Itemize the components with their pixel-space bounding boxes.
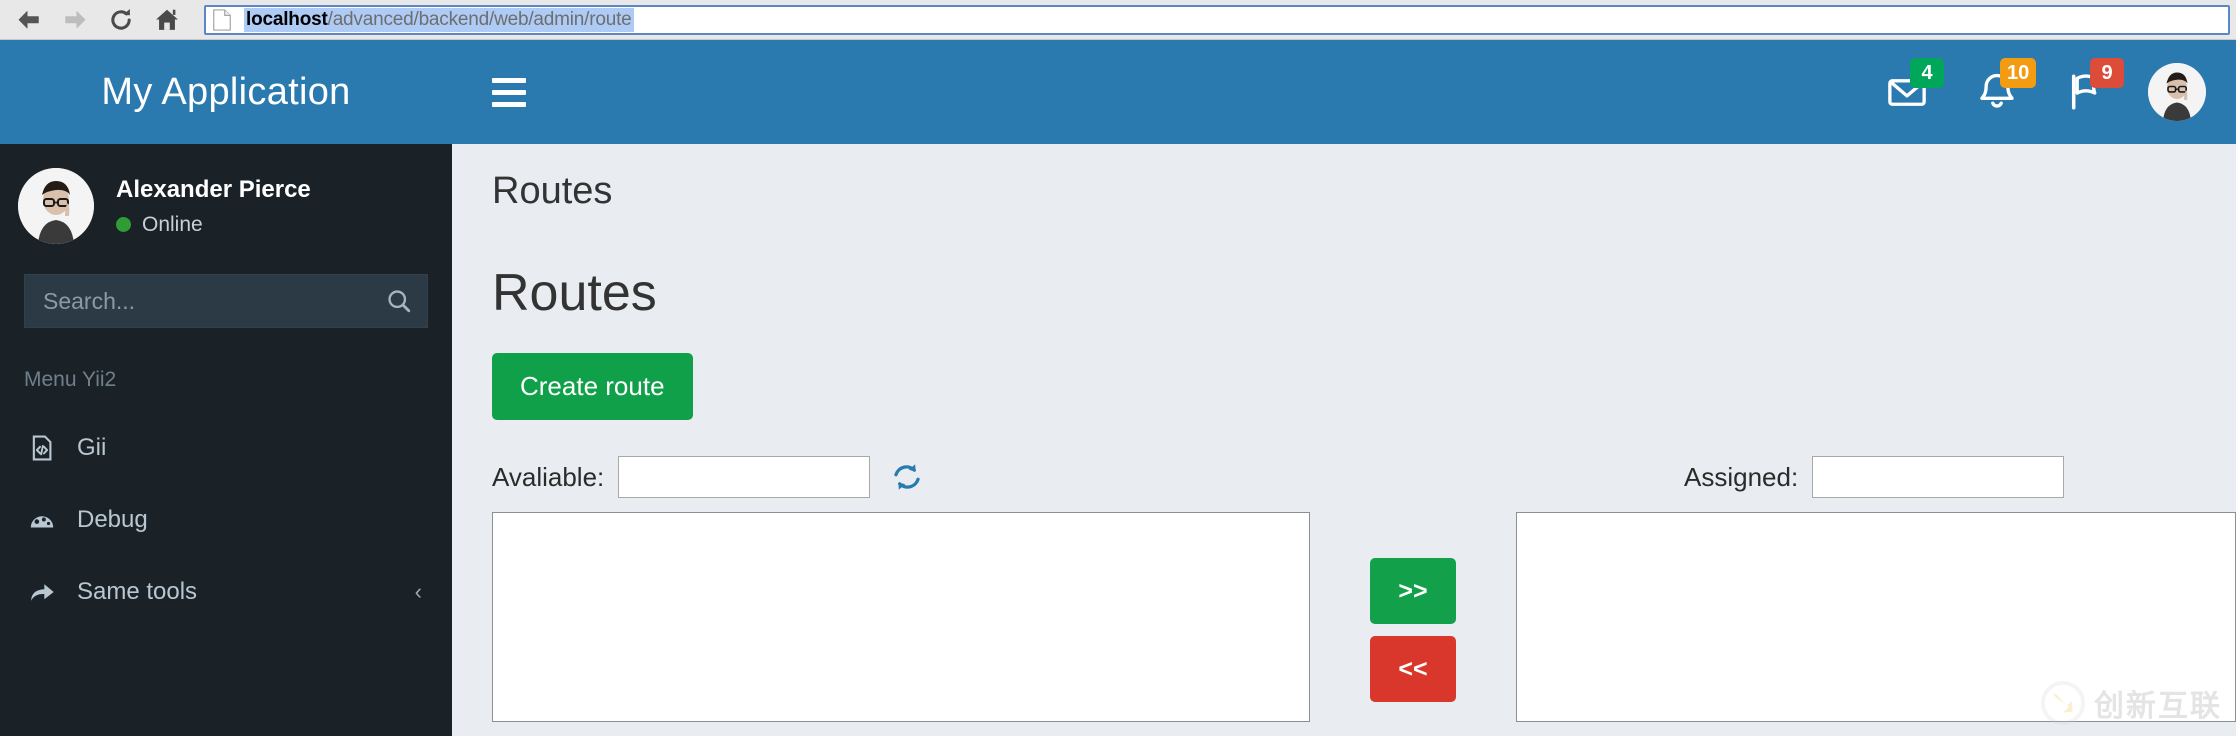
navbar-icons: 4 10 9 — [1862, 40, 2236, 144]
refresh-icon — [894, 464, 920, 490]
assigned-routes-list[interactable] — [1516, 512, 2236, 722]
user-avatar-icon — [18, 168, 94, 244]
user-status-label: Online — [142, 212, 203, 236]
notifications-badge: 10 — [2000, 58, 2037, 88]
url-host: localhost — [246, 8, 328, 30]
sidebar-item-same-tools[interactable]: Same tools ‹ — [0, 556, 452, 628]
route-transfer-widget: Avaliable: >> << Assigned: — [492, 454, 2236, 722]
assigned-label: Assigned: — [1684, 461, 1799, 492]
search-icon — [388, 290, 411, 313]
user-avatar-icon — [2148, 63, 2206, 121]
online-status-dot-icon — [116, 217, 131, 232]
file-code-icon — [27, 433, 57, 463]
application-window: My Application Alexander Pierce Online S… — [0, 40, 2236, 736]
brand-logo[interactable]: My Application — [0, 40, 452, 144]
available-label: Avaliable: — [492, 461, 605, 492]
available-column: Avaliable: — [492, 454, 1310, 722]
hamburger-bar — [492, 89, 526, 95]
content-main: Routes Create route Avaliable: >> << Ass… — [452, 213, 2236, 722]
assigned-column: Assigned: — [1516, 454, 2236, 722]
sidebar-item-gii[interactable]: Gii — [0, 412, 452, 484]
sidebar-item-label: Debug — [77, 506, 148, 533]
brand-title: My Application — [101, 70, 351, 113]
menu-toggle-button[interactable] — [492, 68, 540, 116]
dashboard-icon — [27, 505, 57, 535]
search-input[interactable] — [25, 287, 371, 315]
back-arrow-icon — [18, 10, 39, 28]
move-right-button[interactable]: >> — [1370, 558, 1456, 624]
url-text: localhost/advanced/backend/web/admin/rou… — [244, 7, 634, 32]
sidebar: My Application Alexander Pierce Online S… — [0, 40, 452, 736]
page-document-icon — [213, 8, 231, 31]
reload-button[interactable] — [98, 2, 144, 38]
move-left-button[interactable]: << — [1370, 636, 1456, 702]
sidebar-menu: Gii Debug Same tools ‹ — [0, 412, 452, 628]
available-filter-row: Avaliable: — [492, 454, 1310, 500]
content-body: Routes Routes Create route Avaliable: >>… — [452, 144, 2236, 736]
refresh-button[interactable] — [884, 460, 930, 494]
content-header: Routes — [492, 170, 613, 212]
hamburger-bar — [492, 101, 526, 107]
home-icon — [156, 9, 178, 30]
transfer-buttons: >> << — [1370, 512, 1456, 702]
url-path: /advanced/backend/web/admin/route — [327, 8, 632, 30]
forward-arrow-icon — [65, 10, 86, 28]
notifications-button[interactable]: 10 — [1952, 40, 2042, 144]
content-column: 4 10 9 Routes Routes Create route Avalia… — [452, 40, 2236, 736]
forward-button[interactable] — [52, 2, 98, 38]
search-button[interactable] — [371, 275, 427, 327]
sidebar-item-debug[interactable]: Debug — [0, 484, 452, 556]
sidebar-search-form — [24, 274, 428, 328]
back-button[interactable] — [6, 2, 52, 38]
menu-section-header: Menu Yii2 — [0, 350, 452, 412]
user-menu-button[interactable] — [2148, 63, 2206, 121]
page-title: Routes — [492, 264, 657, 322]
top-navbar: 4 10 9 — [452, 40, 2236, 144]
avatar[interactable] — [18, 168, 94, 244]
user-name: Alexander Pierce — [116, 175, 311, 203]
sidebar-item-label: Same tools — [77, 578, 198, 605]
assigned-filter-input[interactable] — [1812, 456, 2065, 498]
available-routes-list[interactable] — [492, 512, 1310, 722]
chevron-left-icon: ‹ — [414, 579, 422, 604]
messages-button[interactable]: 4 — [1862, 40, 1952, 144]
reload-icon — [111, 8, 131, 30]
messages-badge: 4 — [1910, 58, 1944, 88]
sidebar-item-label: Gii — [77, 434, 107, 461]
user-meta: Alexander Pierce Online — [116, 176, 311, 237]
available-filter-input[interactable] — [618, 456, 871, 498]
assigned-filter-row: Assigned: — [1516, 454, 2236, 500]
user-status: Online — [116, 213, 311, 237]
address-bar[interactable]: localhost/advanced/backend/web/admin/rou… — [204, 4, 2230, 35]
home-button[interactable] — [144, 2, 190, 38]
browser-toolbar: localhost/advanced/backend/web/admin/rou… — [0, 0, 2236, 40]
tasks-badge: 9 — [2090, 58, 2124, 88]
hamburger-bar — [492, 77, 526, 83]
share-arrow-icon — [27, 577, 57, 607]
tasks-button[interactable]: 9 — [2042, 40, 2132, 144]
user-panel: Alexander Pierce Online — [0, 144, 452, 268]
create-route-button[interactable]: Create route — [492, 353, 693, 420]
